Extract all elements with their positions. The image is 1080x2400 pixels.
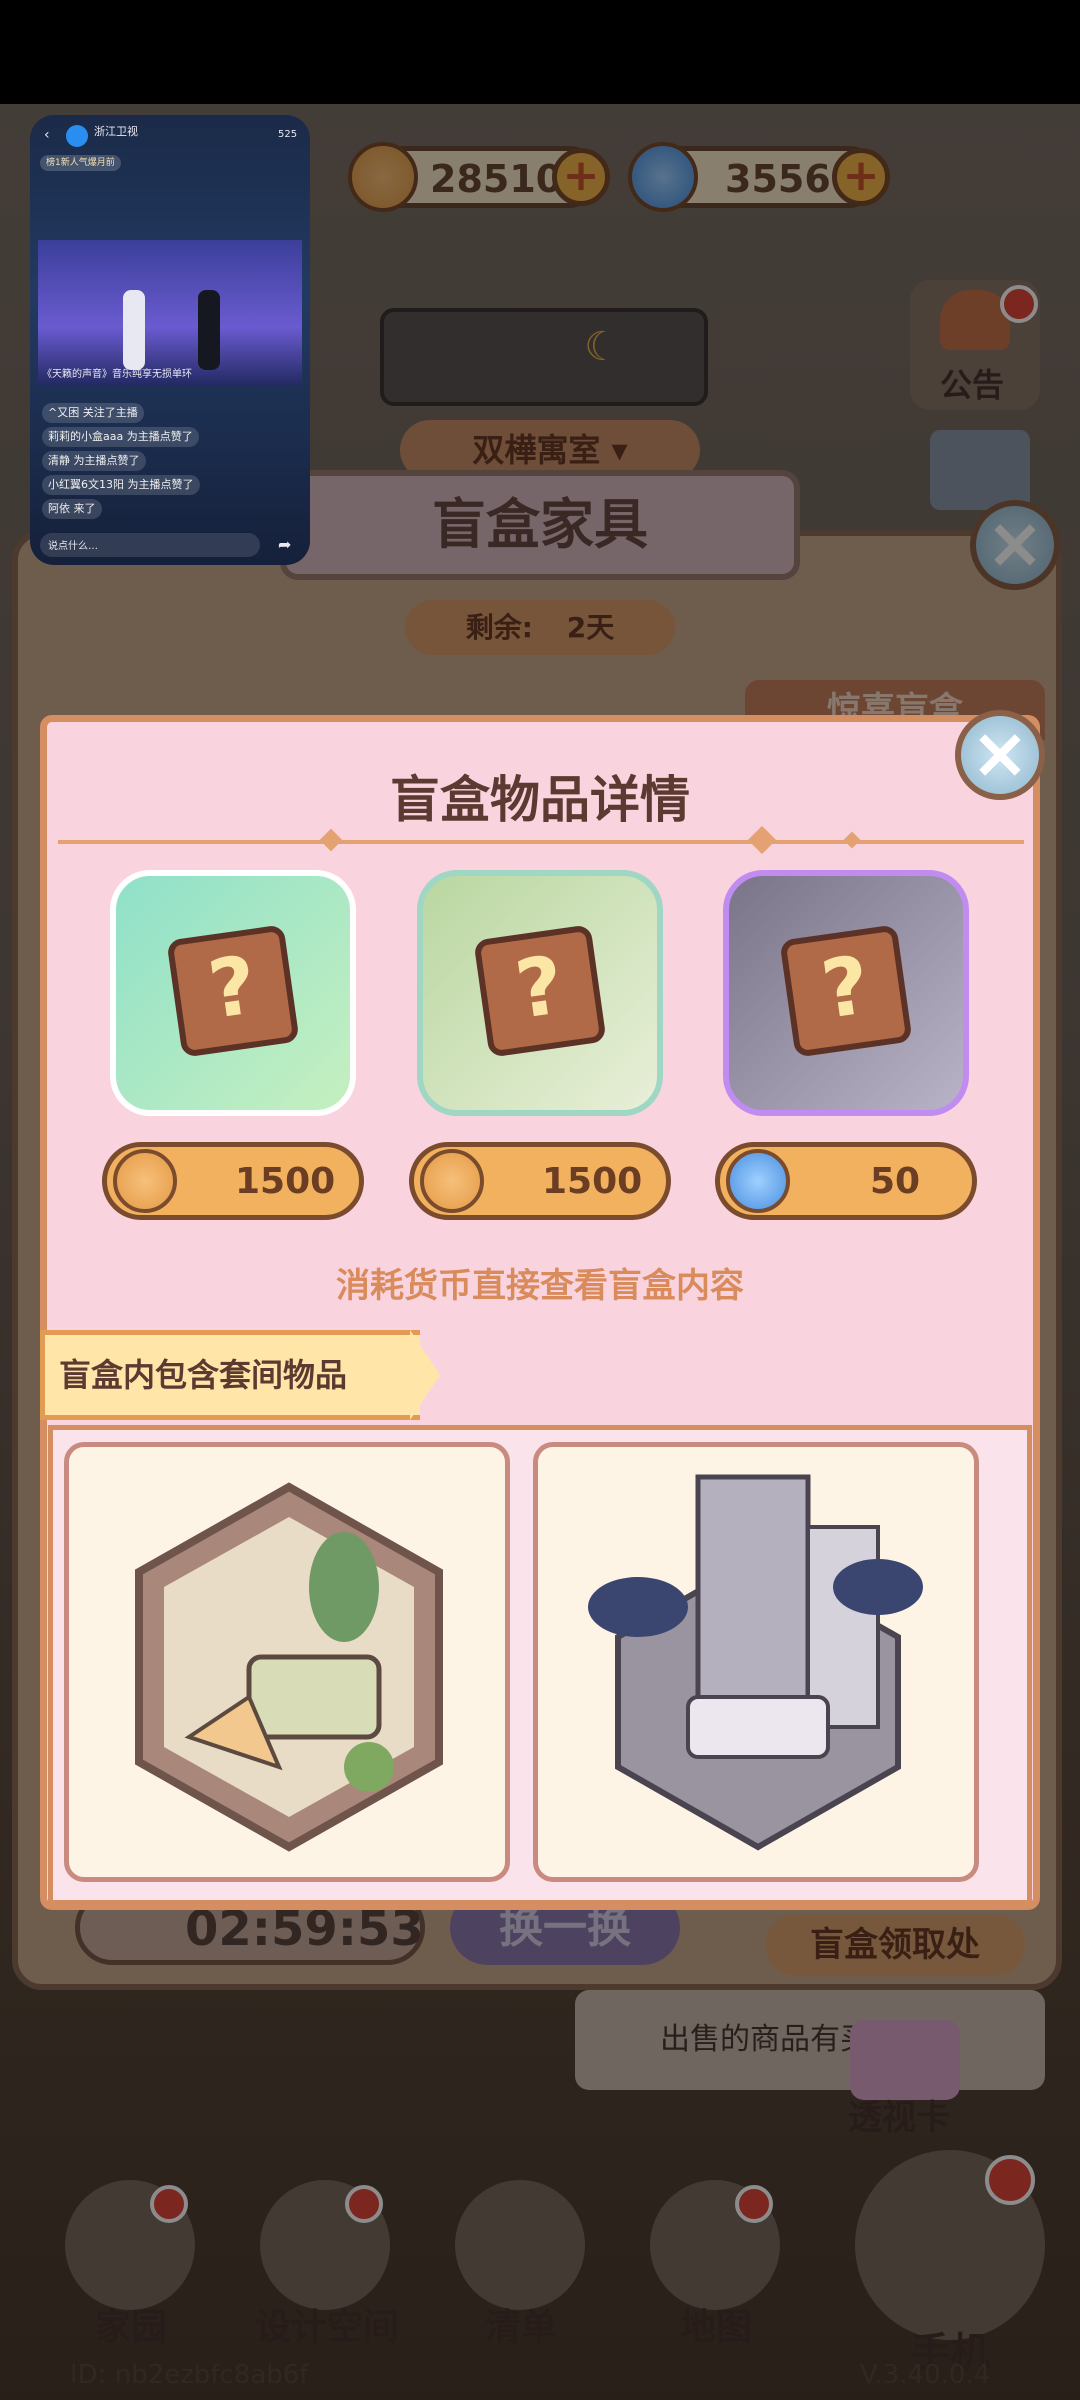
video-caption: 《天籁的声音》音乐纯享无损单环 — [42, 369, 192, 380]
comment: 清静 为主播点赞了 — [42, 451, 146, 471]
mystery-box-icon: ? — [166, 924, 300, 1058]
stream-video — [38, 240, 302, 385]
blind-box-card-3[interactable]: ? — [723, 870, 969, 1116]
comment: 小红翼6文13阳 为主播点赞了 — [42, 475, 200, 495]
price-value: 50 — [870, 1161, 921, 1202]
comment-input-placeholder: 说点什么… — [48, 541, 98, 552]
comment-input[interactable]: 说点什么… — [40, 533, 260, 557]
comment: 阿依 来了 — [42, 499, 102, 519]
viewer-count: 525 — [278, 129, 298, 140]
coin-icon — [420, 1149, 484, 1213]
mystery-box-icon: ? — [779, 924, 913, 1058]
ranking-tag: 榜1新人气爆月前 — [40, 155, 121, 171]
section-ribbon: 盲盒内包含套间物品 — [40, 1330, 420, 1420]
performer — [123, 290, 145, 370]
price-button-2[interactable]: 1500 — [409, 1142, 671, 1220]
divider — [58, 840, 1024, 844]
dialog-title: 盲盒物品详情 — [390, 771, 690, 829]
comment: ^又困 关注了主播 — [42, 403, 144, 423]
hint-text: 消耗货币直接查看盲盒内容 — [336, 1266, 744, 1306]
close-dialog-button[interactable]: × — [955, 710, 1045, 800]
blind-box-card-1[interactable]: ? — [110, 870, 356, 1116]
room-card-1[interactable] — [64, 1442, 510, 1882]
channel-avatar — [66, 125, 88, 147]
comment: 莉莉的小盒aaa 为主播点赞了 — [42, 427, 199, 447]
ribbon-tip — [410, 1330, 440, 1420]
price-button-3[interactable]: 50 — [715, 1142, 977, 1220]
room-card-2[interactable] — [533, 1442, 979, 1882]
mystery-box-icon: ? — [473, 924, 607, 1058]
price-button-1[interactable]: 1500 — [102, 1142, 364, 1220]
performer — [198, 290, 220, 370]
jungle-room-icon — [135, 1482, 443, 1852]
price-value: 1500 — [235, 1161, 336, 1202]
share-icon[interactable]: ➦ — [278, 535, 291, 554]
back-chevron-icon[interactable]: ‹ — [44, 127, 50, 143]
channel-name: 浙江卫视 — [94, 125, 138, 138]
gem-icon — [726, 1149, 790, 1213]
blind-box-card-2[interactable]: ? — [417, 870, 663, 1116]
price-value: 1500 — [542, 1161, 643, 1202]
modern-loft-room-icon — [588, 1474, 923, 1851]
coin-icon — [113, 1149, 177, 1213]
live-stream-window[interactable]: ‹ 浙江卫视 525 榜1新人气爆月前 《天籁的声音》音乐纯享无损单环 ^又困 … — [30, 115, 310, 565]
